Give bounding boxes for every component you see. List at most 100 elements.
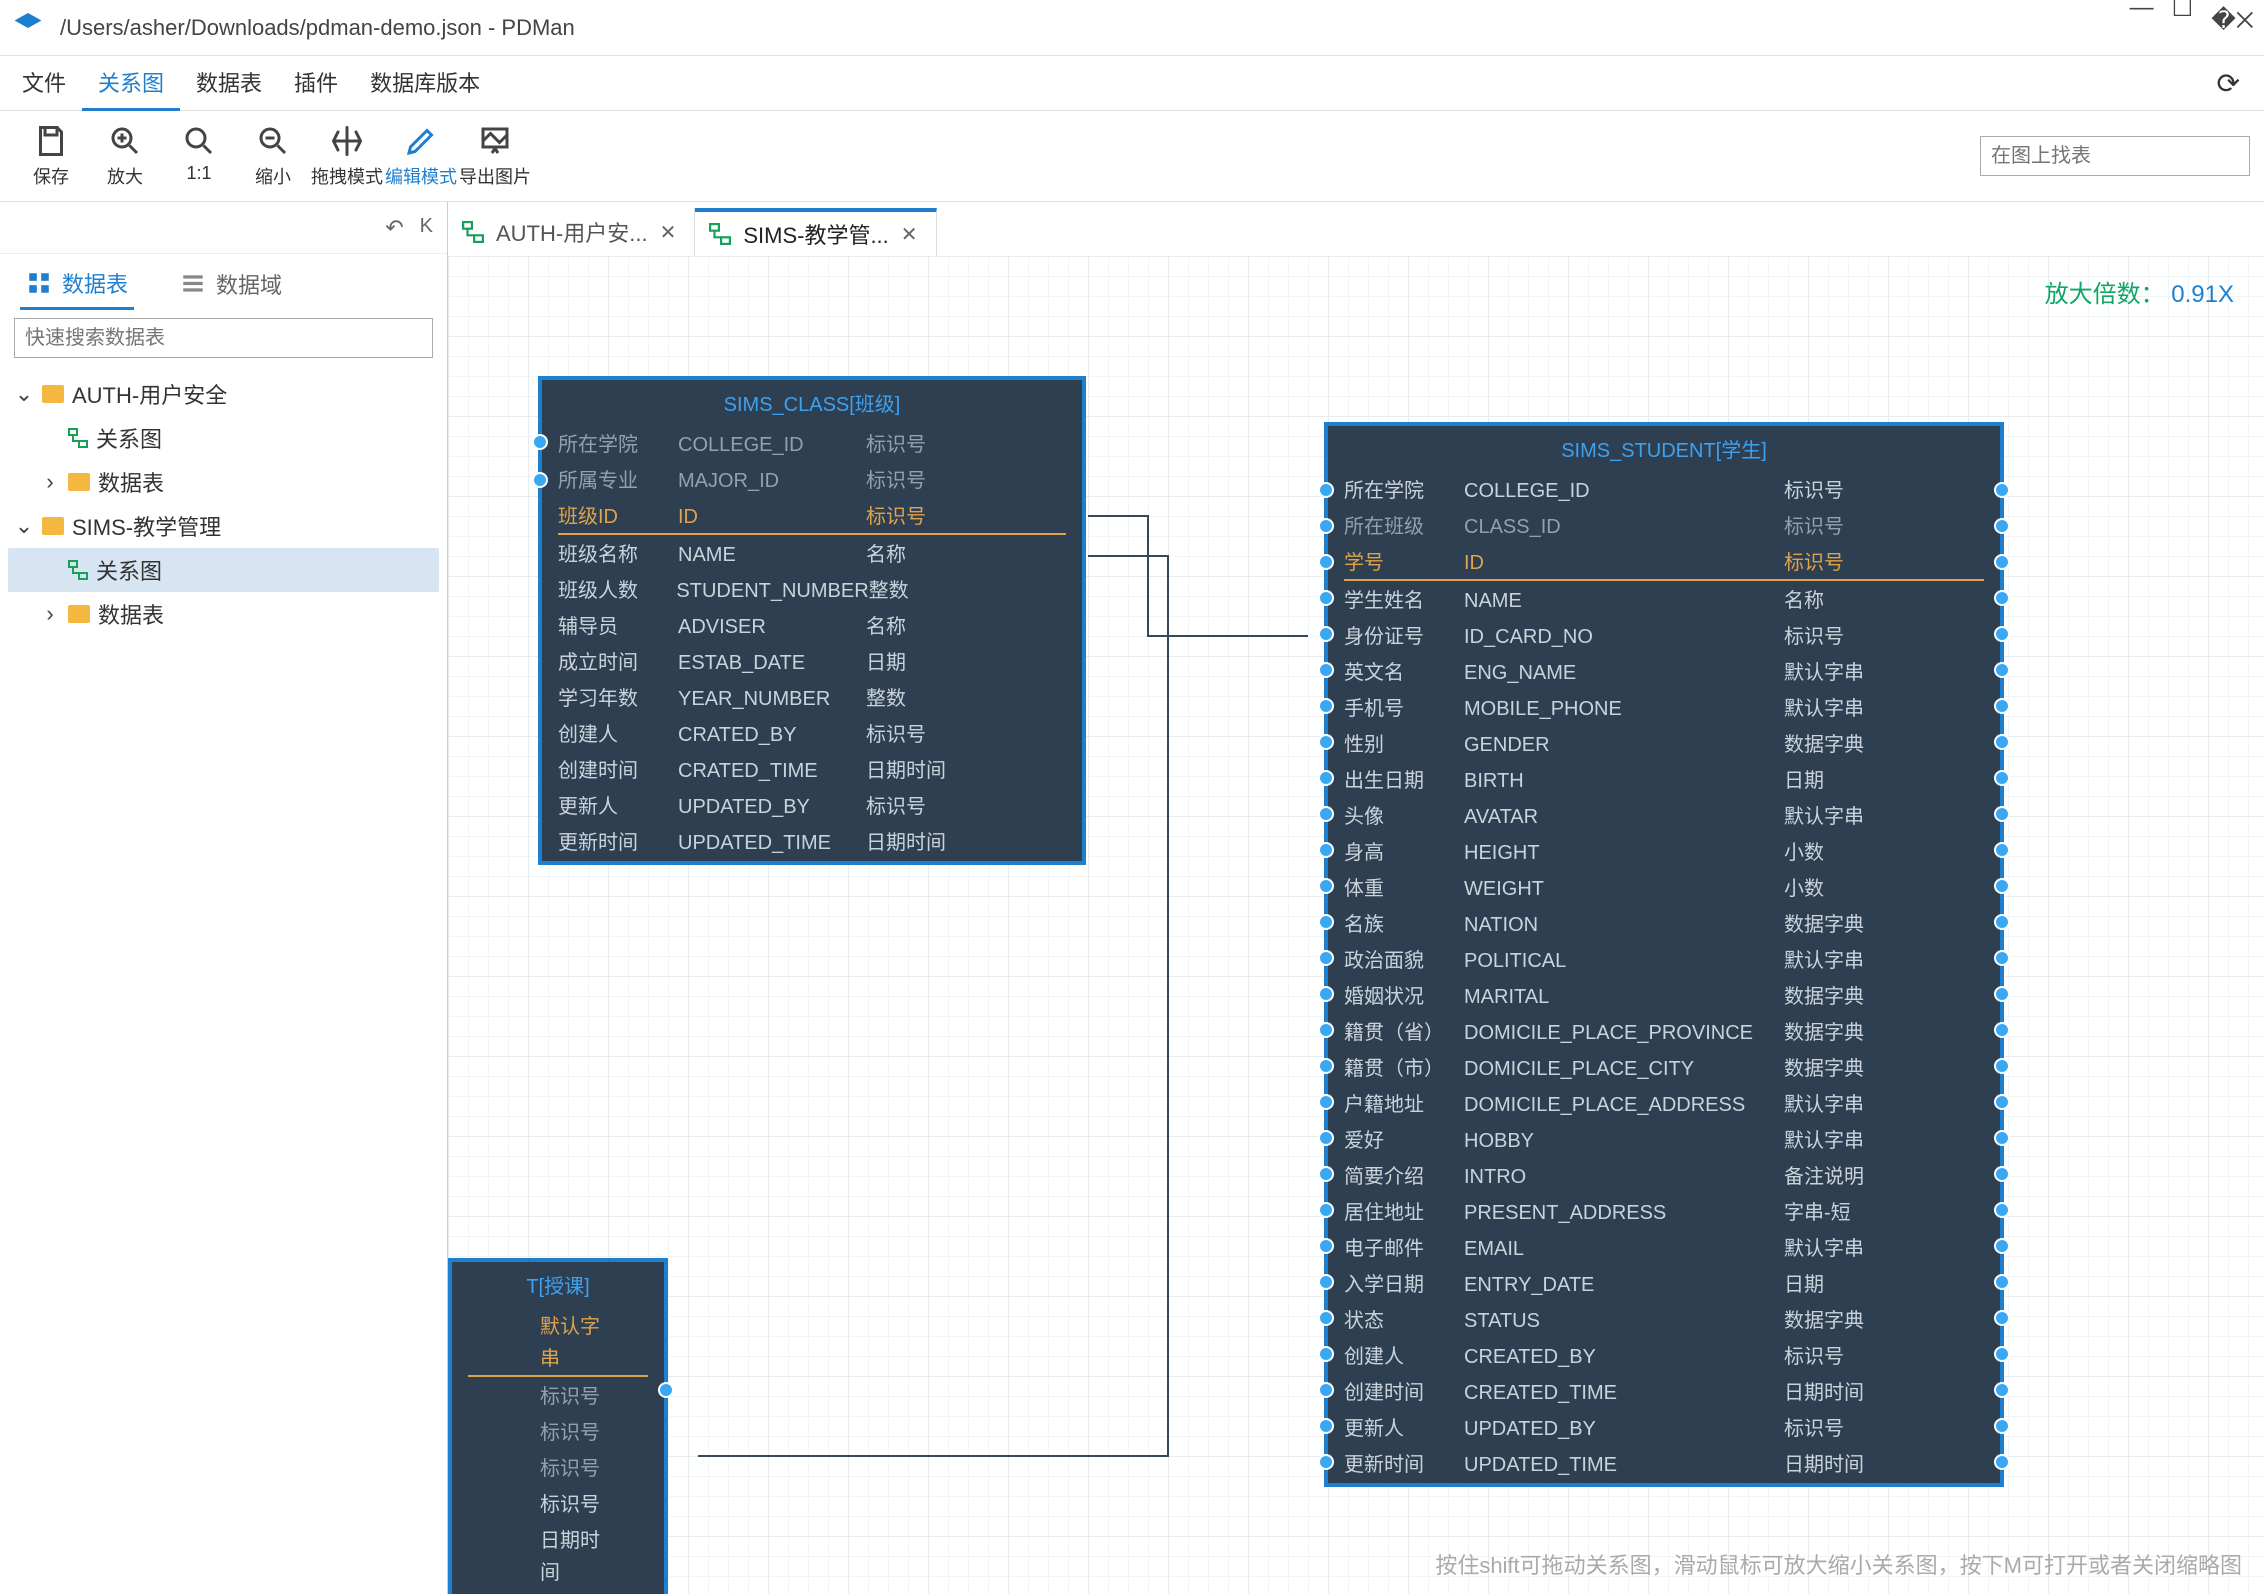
entity-row[interactable]: 籍贯（省）DOMICILE_PLACE_PROVINCE数据字典 [1328,1015,2000,1051]
entity-teach[interactable]: T[授课]默认字串标识号标识号标识号标识号日期时间标识号日期时间 [448,1258,668,1594]
entity-row[interactable]: 婚姻状况MARITAL数据字典 [1328,979,2000,1015]
tree-item[interactable]: 关系图 [8,548,439,592]
entity-row[interactable]: 爱好HOBBY默认字串 [1328,1123,2000,1159]
entity-row[interactable]: 出生日期BIRTH日期 [1328,763,2000,799]
close-icon[interactable]: �྾ [2211,0,2254,61]
entity-row[interactable]: 手机号MOBILE_PHONE默认字串 [1328,691,2000,727]
entity-row[interactable]: 更新时间UPDATED_TIME日期时间 [1328,1447,2000,1483]
refresh-icon[interactable]: ⟳ [2217,67,2258,100]
entity-row[interactable]: 学号ID标识号 [1328,545,2000,583]
editor-tabs: AUTH-用户安...✕SIMS-教学管...✕ [448,202,2264,256]
menu-4[interactable]: 数据库版本 [354,56,496,111]
tool-1:1[interactable]: 1:1 [162,123,236,189]
diagram-icon [709,223,731,245]
entity-row[interactable]: 学生姓名NAME名称 [1328,583,2000,619]
sidebar-tab-domains-label: 数据域 [216,268,282,300]
menu-0[interactable]: 文件 [6,56,82,111]
tree-module[interactable]: ⌄SIMS-教学管理 [8,504,439,548]
diagram-canvas[interactable]: 放大倍数： 0.91X SIMS_CLASS[班级]所在学院COLLEGE_ID… [448,256,2264,1594]
entity-row[interactable]: 更新时间UPDATED_TIME日期时间 [542,825,1082,861]
tree-item[interactable]: ›数据表 [8,592,439,636]
tab-close-icon[interactable]: ✕ [660,220,677,245]
canvas-hint: 按住shift可拖动关系图，滑动鼠标可放大缩小关系图，按下M可打开或者关闭缩略图 [1435,1548,2242,1580]
entity-title: SIMS_STUDENT[学生] [1328,426,2000,473]
toolbar: 保存放大1:1缩小拖拽模式编辑模式导出图片 [0,110,2264,202]
entity-row[interactable]: 辅导员ADVISER名称 [542,609,1082,645]
menu-2[interactable]: 数据表 [180,56,278,111]
entity-row[interactable]: 创建时间CRATED_TIME日期时间 [542,753,1082,789]
entity-row[interactable]: 身高HEIGHT小数 [1328,835,2000,871]
entity-row[interactable]: 学习年数YEAR_NUMBER整数 [542,681,1082,717]
grid-icon [26,270,52,296]
tree-module[interactable]: ⌄AUTH-用户安全 [8,372,439,416]
tool-缩小[interactable]: 缩小 [236,123,310,189]
undo-icon[interactable]: ↶ [385,215,403,241]
diagram-icon [462,221,484,243]
entity-row[interactable]: 所属专业MAJOR_ID标识号 [542,463,1082,499]
tool-放大[interactable]: 放大 [88,123,162,189]
entity-row[interactable]: 创建人CREATED_BY标识号 [1328,1339,2000,1375]
entity-row[interactable]: 日期时间 [452,1523,664,1591]
title-bar: /Users/asher/Downloads/pdman-demo.json -… [0,0,2264,56]
sidebar-search-input[interactable] [14,318,433,358]
entity-sims-class[interactable]: SIMS_CLASS[班级]所在学院COLLEGE_ID标识号所属专业MAJOR… [538,376,1086,865]
tool-编辑模式[interactable]: 编辑模式 [384,123,458,189]
entity-row[interactable]: 政治面貌POLITICAL默认字串 [1328,943,2000,979]
zoom-indicator: 放大倍数： 0.91X [2045,274,2234,309]
sidebar-tree: ⌄AUTH-用户安全关系图›数据表⌄SIMS-教学管理关系图›数据表 [0,368,447,646]
entity-row[interactable]: 名族NATION数据字典 [1328,907,2000,943]
sidebar-tab-tables-label: 数据表 [62,267,128,299]
tree-item[interactable]: 关系图 [8,416,439,460]
zoom-label: 放大倍数： [2045,281,2165,308]
entity-row[interactable]: 成立时间ESTAB_DATE日期 [542,645,1082,681]
sidebar-tab-domains[interactable]: 数据域 [174,260,288,308]
entity-row[interactable]: 头像AVATAR默认字串 [1328,799,2000,835]
entity-row[interactable]: 户籍地址DOMICILE_PLACE_ADDRESS默认字串 [1328,1087,2000,1123]
entity-row[interactable]: 默认字串 [452,1309,664,1379]
entity-row[interactable]: 英文名ENG_NAME默认字串 [1328,655,2000,691]
redo-key-icon[interactable]: K [420,215,433,241]
canvas-panel: AUTH-用户安...✕SIMS-教学管...✕ 放大倍数： 0.91X SIM… [448,202,2264,1594]
sidebar-tab-tables[interactable]: 数据表 [20,259,134,310]
app-logo-icon [10,10,46,46]
entity-sims-student[interactable]: SIMS_STUDENT[学生]所在学院COLLEGE_ID标识号所在班级CLA… [1324,422,2004,1487]
entity-row[interactable]: 班级IDID标识号 [542,499,1082,537]
entity-row[interactable]: 入学日期ENTRY_DATE日期 [1328,1267,2000,1303]
entity-row[interactable]: 所在学院COLLEGE_ID标识号 [542,427,1082,463]
maximize-icon[interactable]: ☐ [2172,0,2194,61]
menu-bar: 文件关系图数据表插件数据库版本 ⟳ [0,56,2264,110]
entity-row[interactable]: 简要介绍INTRO备注说明 [1328,1159,2000,1195]
tree-item[interactable]: ›数据表 [8,460,439,504]
entity-row[interactable]: 所在班级CLASS_ID标识号 [1328,509,2000,545]
entity-row[interactable]: 更新人UPDATED_BY标识号 [1328,1411,2000,1447]
entity-row[interactable]: 性别GENDER数据字典 [1328,727,2000,763]
tool-保存[interactable]: 保存 [14,123,88,189]
entity-row[interactable]: 籍贯（市）DOMICILE_PLACE_CITY数据字典 [1328,1051,2000,1087]
menu-3[interactable]: 插件 [278,56,354,111]
entity-row[interactable]: 所在学院COLLEGE_ID标识号 [1328,473,2000,509]
entity-row[interactable]: 标识号 [452,1451,664,1487]
entity-row[interactable]: 标识号 [452,1487,664,1523]
entity-row[interactable]: 标识号 [452,1379,664,1415]
find-table-input[interactable] [1980,136,2250,176]
tool-拖拽模式[interactable]: 拖拽模式 [310,123,384,189]
entity-title: T[授课] [452,1262,664,1309]
entity-row[interactable]: 身份证号ID_CARD_NO标识号 [1328,619,2000,655]
entity-row[interactable]: 标识号 [452,1415,664,1451]
tab-close-icon[interactable]: ✕ [901,222,918,247]
entity-row[interactable]: 居住地址PRESENT_ADDRESS字串-短 [1328,1195,2000,1231]
minimize-icon[interactable]: — [2130,0,2154,61]
list-icon [180,271,206,297]
entity-row[interactable]: 电子邮件EMAIL默认字串 [1328,1231,2000,1267]
entity-row[interactable]: 创建人CRATED_BY标识号 [542,717,1082,753]
menu-1[interactable]: 关系图 [82,56,180,111]
entity-row[interactable]: 创建时间CREATED_TIME日期时间 [1328,1375,2000,1411]
entity-row[interactable]: 体重WEIGHT小数 [1328,871,2000,907]
entity-row[interactable]: 状态STATUS数据字典 [1328,1303,2000,1339]
entity-row[interactable]: 更新人UPDATED_BY标识号 [542,789,1082,825]
editor-tab[interactable]: SIMS-教学管...✕ [695,208,936,256]
entity-row[interactable]: 班级名称NAME名称 [542,537,1082,573]
editor-tab[interactable]: AUTH-用户安...✕ [448,208,695,256]
entity-row[interactable]: 班级人数STUDENT_NUMBER整数 [542,573,1082,609]
tool-导出图片[interactable]: 导出图片 [458,123,532,189]
